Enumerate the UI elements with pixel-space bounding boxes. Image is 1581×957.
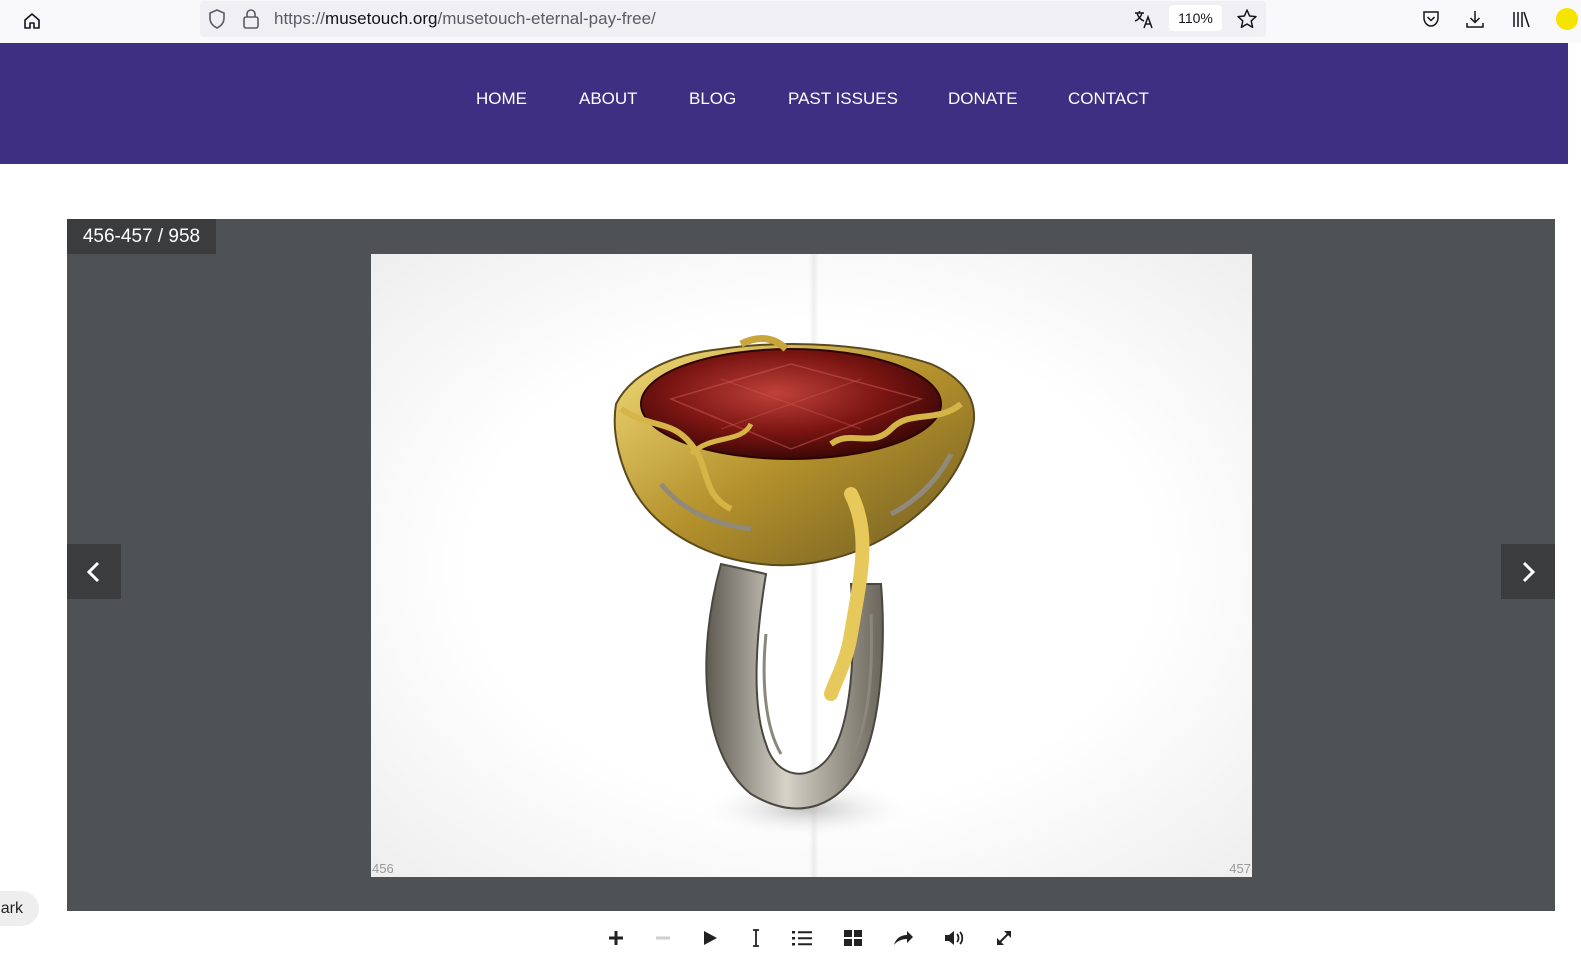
nav-blog[interactable]: BLOG [689, 89, 736, 109]
site-header: HOME ABOUT BLOG PAST ISSUES DONATE CONTA… [0, 43, 1568, 164]
chevron-left-icon [86, 561, 100, 582]
lock-icon[interactable] [241, 7, 261, 31]
chevron-right-icon [1522, 561, 1536, 582]
next-page-button[interactable] [1501, 544, 1555, 599]
url-domain: musetouch.org [325, 9, 438, 28]
translate-icon[interactable] [1131, 6, 1157, 32]
ring-photo [613, 335, 976, 839]
url-path: /musetouch-eternal-pay-free/ [437, 9, 656, 28]
tracking-shield-icon[interactable] [206, 7, 228, 31]
library-icon[interactable] [1508, 6, 1534, 32]
book-spread[interactable]: 456 457 [371, 254, 1252, 877]
zoom-level-button[interactable]: 110% [1169, 5, 1222, 31]
extension-icon[interactable] [1556, 8, 1578, 30]
browser-toolbar: https://musetouch.org/musetouch-eternal-… [0, 0, 1581, 43]
zoom-out-icon[interactable] [650, 925, 676, 951]
page-counter: 456-457 / 958 [67, 219, 216, 254]
fullscreen-icon[interactable] [991, 925, 1017, 951]
previous-page-button[interactable] [67, 544, 121, 599]
screen: https://musetouch.org/musetouch-eternal-… [0, 0, 1581, 957]
nav-about[interactable]: ABOUT [579, 89, 638, 109]
nav-contact[interactable]: CONTACT [1068, 89, 1149, 109]
right-page-number: 457 [1229, 861, 1251, 876]
viewer-toolbar [598, 925, 1028, 951]
nav-home[interactable]: HOME [476, 89, 527, 109]
nav-past-issues[interactable]: PAST ISSUES [788, 89, 898, 109]
main-nav: HOME ABOUT BLOG PAST ISSUES DONATE CONTA… [0, 89, 1568, 111]
share-icon[interactable] [890, 925, 916, 951]
bookmark-star-icon[interactable] [1234, 6, 1260, 32]
downloads-icon[interactable] [1462, 6, 1488, 32]
pocket-icon[interactable] [1418, 6, 1444, 32]
zoom-in-icon[interactable] [603, 925, 629, 951]
nav-donate[interactable]: DONATE [948, 89, 1018, 109]
url-text[interactable]: https://musetouch.org/musetouch-eternal-… [274, 9, 656, 29]
url-scheme: https:// [274, 9, 326, 28]
sound-icon[interactable] [941, 925, 967, 951]
thumbnails-icon[interactable] [840, 925, 866, 951]
left-page-number: 456 [372, 861, 394, 876]
page-scrollbar[interactable] [1568, 43, 1581, 957]
table-of-contents-icon[interactable] [789, 925, 815, 951]
home-icon[interactable] [18, 7, 46, 35]
play-icon[interactable] [697, 925, 723, 951]
text-select-icon[interactable] [743, 925, 769, 951]
dark-mode-toggle[interactable]: ark [0, 891, 39, 926]
